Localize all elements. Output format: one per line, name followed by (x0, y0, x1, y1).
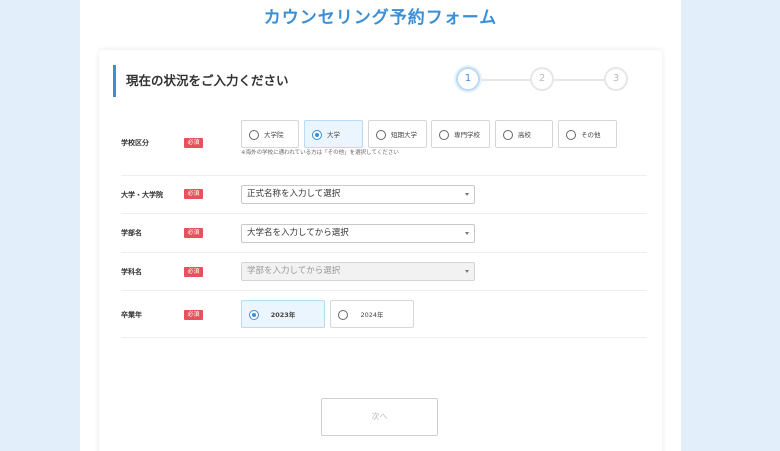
graduation-option-2024[interactable]: 2024年 (330, 300, 414, 328)
required-badge: 必須 (184, 138, 203, 148)
step-indicator: 1 2 3 (456, 67, 628, 93)
step-1: 1 (456, 67, 480, 91)
required-badge: 必須 (184, 189, 203, 199)
school-type-option-other[interactable]: その他 (558, 120, 617, 148)
radio-icon (376, 130, 386, 140)
next-button[interactable]: 次へ (321, 398, 438, 436)
form-page: カウンセリング予約フォーム 現在の状況をご入力ください 1 2 3 学校区分 必… (80, 0, 681, 451)
school-type-option-junior-college[interactable]: 短期大学 (368, 120, 427, 148)
page-title: カウンセリング予約フォーム (263, 8, 498, 28)
step-3: 3 (604, 67, 628, 91)
required-badge: 必須 (184, 267, 203, 277)
chevron-down-icon (465, 193, 469, 196)
department-select[interactable]: 学部を入力してから選択 (241, 262, 475, 281)
faculty-label: 学部名 (121, 229, 142, 237)
school-type-label: 学校区分 (121, 139, 149, 147)
university-label: 大学・大学院 (121, 191, 163, 199)
step-2: 2 (530, 67, 554, 91)
school-type-note: ※海外の学校に通われている方は「その他」を選択してください (241, 150, 399, 156)
form-card: 現在の状況をご入力ください 1 2 3 学校区分 必須 大学院 大学 短期大学 (99, 50, 662, 451)
step-connector (554, 79, 606, 81)
chevron-down-icon (465, 232, 469, 235)
radio-icon (249, 130, 259, 140)
row-department: 学科名 必須 学部を入力してから選択 (121, 253, 647, 291)
faculty-select[interactable]: 大学名を入力してから選択 (241, 224, 475, 243)
row-university: 大学・大学院 必須 正式名称を入力して選択 (121, 176, 647, 214)
graduation-option-2023[interactable]: 2023年 (241, 300, 325, 328)
department-label: 学科名 (121, 268, 142, 276)
row-faculty: 学部名 必須 大学名を入力してから選択 (121, 214, 647, 253)
step-connector (478, 79, 530, 81)
required-badge: 必須 (184, 310, 203, 320)
school-type-option-graduate[interactable]: 大学院 (241, 120, 299, 148)
radio-icon (566, 130, 576, 140)
school-type-option-high-school[interactable]: 高校 (495, 120, 553, 148)
school-type-option-university[interactable]: 大学 (304, 120, 363, 148)
row-school-type: 学校区分 必須 大学院 大学 短期大学 専門学校 高校 その他 ※海外の学校に通… (121, 114, 647, 176)
radio-checked-icon (312, 130, 322, 140)
required-badge: 必須 (184, 228, 203, 238)
chevron-down-icon (465, 270, 469, 273)
section-heading: 現在の状況をご入力ください (113, 65, 289, 97)
radio-icon (439, 130, 449, 140)
university-select[interactable]: 正式名称を入力して選択 (241, 185, 475, 204)
graduation-label: 卒業年 (121, 311, 142, 319)
school-type-option-vocational[interactable]: 専門学校 (431, 120, 490, 148)
radio-icon (503, 130, 513, 140)
row-graduation: 卒業年 必須 2023年 2024年 (121, 291, 647, 338)
